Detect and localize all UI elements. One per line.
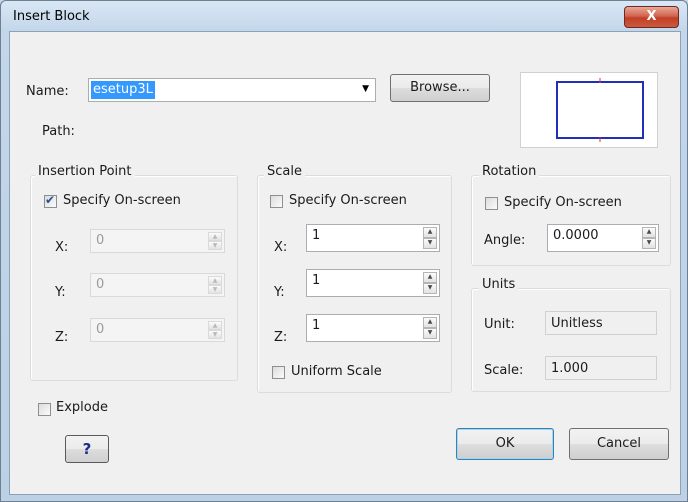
- scale-z-value: 1: [312, 318, 321, 333]
- scale-y-value: 1: [312, 273, 321, 288]
- units-title: Units: [479, 277, 519, 292]
- scale-x-label: X:: [274, 240, 288, 255]
- ok-button[interactable]: OK: [456, 428, 554, 460]
- close-button[interactable]: X: [624, 6, 679, 28]
- name-value: esetup3L: [91, 81, 155, 99]
- help-button[interactable]: ?: [65, 435, 109, 463]
- spin-up-arrow-icon[interactable]: ▲: [208, 276, 222, 285]
- explode-label: Explode: [56, 400, 108, 415]
- unit-value: Unitless: [551, 316, 603, 331]
- spin-up-arrow-icon[interactable]: ▲: [423, 272, 437, 283]
- scale-specify-checkbox[interactable]: [270, 195, 283, 208]
- spin-up-arrow-icon[interactable]: ▲: [423, 227, 437, 238]
- spin-down-arrow-icon[interactable]: ▼: [208, 285, 222, 294]
- scale-y-spinner[interactable]: 1 ▲ ▼: [306, 269, 440, 297]
- insertion-y-value: 0: [96, 277, 105, 292]
- spin-down-arrow-icon[interactable]: ▼: [423, 238, 437, 249]
- spin-down-arrow-icon[interactable]: ▼: [423, 283, 437, 294]
- insertion-specify-label: Specify On-screen: [63, 193, 181, 208]
- insertion-point-title: Insertion Point: [35, 164, 135, 179]
- spin-down-arrow-icon[interactable]: ▼: [208, 241, 222, 250]
- angle-label: Angle:: [484, 233, 526, 248]
- rotation-group: [471, 175, 671, 266]
- rotation-specify-label: Specify On-screen: [504, 195, 622, 210]
- units-scale-label: Scale:: [484, 363, 524, 378]
- uniform-scale-label: Uniform Scale: [291, 364, 382, 379]
- insertion-specify-checkbox[interactable]: [44, 193, 57, 208]
- spin-up-arrow-icon[interactable]: ▲: [208, 321, 222, 330]
- insertion-z-spinner[interactable]: 0 ▲ ▼: [90, 318, 225, 342]
- spin-up-arrow-icon[interactable]: ▲: [642, 227, 656, 238]
- units-scale-value: 1.000: [551, 361, 589, 376]
- spin-down-arrow-icon[interactable]: ▼: [423, 328, 437, 339]
- preview-icon: [556, 78, 644, 142]
- scale-y-label: Y:: [274, 285, 285, 300]
- spin-up-arrow-icon[interactable]: ▲: [208, 232, 222, 241]
- insertion-x-spinner[interactable]: 0 ▲ ▼: [90, 229, 225, 253]
- spin-down-arrow-icon[interactable]: ▼: [642, 238, 656, 249]
- help-icon: ?: [82, 440, 92, 458]
- scale-specify-label: Specify On-screen: [289, 193, 407, 208]
- spin-up-arrow-icon[interactable]: ▲: [423, 317, 437, 328]
- rotation-specify-checkbox[interactable]: [485, 197, 498, 210]
- units-scale-readout: 1.000: [545, 356, 657, 380]
- unit-label: Unit:: [484, 317, 515, 332]
- explode-checkbox[interactable]: [38, 403, 51, 416]
- scale-title: Scale: [264, 164, 305, 179]
- scale-x-value: 1: [312, 228, 321, 243]
- angle-spinner[interactable]: 0.0000 ▲ ▼: [547, 224, 659, 252]
- uniform-scale-checkbox[interactable]: [272, 366, 285, 379]
- angle-value: 0.0000: [553, 228, 599, 243]
- insertion-x-value: 0: [96, 233, 105, 248]
- block-preview: [520, 72, 658, 148]
- name-label: Name:: [26, 84, 69, 99]
- unit-readout: Unitless: [545, 311, 657, 335]
- insertion-x-label: X:: [55, 240, 69, 255]
- spin-down-arrow-icon[interactable]: ▼: [208, 330, 222, 339]
- dialog-client-area: Name: esetup3L ▼ Browse... Path: Inserti…: [9, 31, 681, 495]
- insertion-y-label: Y:: [55, 285, 66, 300]
- window-title: Insert Block: [13, 9, 90, 24]
- scale-z-label: Z:: [274, 330, 288, 345]
- insert-block-dialog: Insert Block X Name: esetup3L ▼ Browse..…: [0, 0, 688, 502]
- path-label: Path:: [42, 124, 75, 139]
- chevron-down-icon[interactable]: ▼: [362, 84, 369, 94]
- name-combobox[interactable]: esetup3L ▼: [88, 78, 376, 102]
- insertion-y-spinner[interactable]: 0 ▲ ▼: [90, 273, 225, 297]
- insertion-z-value: 0: [96, 322, 105, 337]
- cancel-button-label: Cancel: [596, 436, 642, 451]
- cancel-button[interactable]: Cancel: [569, 428, 669, 460]
- title-bar[interactable]: Insert Block X: [1, 1, 687, 31]
- browse-button-label: Browse...: [410, 80, 470, 95]
- browse-button[interactable]: Browse...: [390, 74, 490, 102]
- scale-x-spinner[interactable]: 1 ▲ ▼: [306, 224, 440, 252]
- ok-button-label: OK: [495, 436, 515, 451]
- rotation-title: Rotation: [479, 164, 540, 179]
- insertion-z-label: Z:: [55, 330, 69, 345]
- close-icon: X: [646, 9, 657, 24]
- scale-z-spinner[interactable]: 1 ▲ ▼: [306, 314, 440, 342]
